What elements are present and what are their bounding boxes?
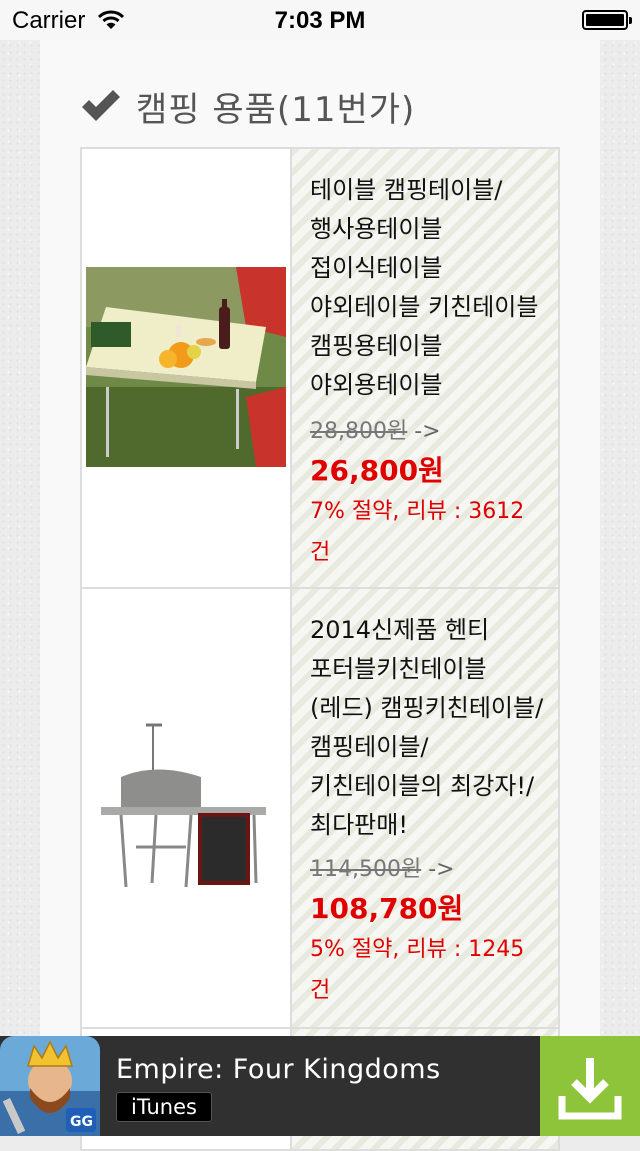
- product-row[interactable]: 테이블 캠핑테이블/행사용테이블 접이식테이블 야외테이블 키친테이블 캠핑용테…: [82, 149, 558, 589]
- game-king-icon[interactable]: GG: [0, 1036, 100, 1136]
- ad-title[interactable]: Empire: Four Kingdoms: [116, 1054, 441, 1085]
- check-icon: [82, 90, 120, 121]
- original-price-line: 28,800원 ->: [310, 413, 441, 445]
- product-info-cell[interactable]: 테이블 캠핑테이블/행사용테이블 접이식테이블 야외테이블 키친테이블 캠핑용테…: [292, 149, 558, 587]
- product-image-cell[interactable]: [82, 149, 292, 587]
- section-title: 캠핑 용품(11번가): [136, 89, 416, 130]
- original-price: 114,500원: [310, 857, 422, 882]
- ad-banner[interactable]: GG Empire: Four Kingdoms iTunes: [0, 1036, 640, 1136]
- svg-text:GG: GG: [70, 1114, 93, 1130]
- sale-price: 108,780원: [310, 892, 464, 925]
- price-arrow: ->: [414, 419, 441, 444]
- download-icon: [558, 1058, 622, 1120]
- ad-download-button[interactable]: [540, 1036, 640, 1136]
- folding-camping-table-photo[interactable]: [86, 267, 286, 467]
- original-price-line: 114,500원 ->: [310, 851, 455, 883]
- status-bar: Carrier 7:03 PM: [0, 0, 640, 40]
- section-heading: 캠핑 용품(11번가): [80, 84, 416, 130]
- product-title[interactable]: 2014신제품 헨티 포터블키친테이블(레드) 캠핑키친테이블/캠핑테이블/키친…: [310, 611, 548, 845]
- price-arrow: ->: [428, 857, 455, 882]
- product-image-cell[interactable]: [82, 589, 292, 1027]
- product-title[interactable]: 테이블 캠핑테이블/행사용테이블 접이식테이블 야외테이블 키친테이블 캠핑용테…: [310, 171, 548, 405]
- original-price: 28,800원: [310, 419, 408, 444]
- discount-review-info: 5% 절약, 리뷰 : 1245건: [310, 937, 525, 1003]
- discount-review-info: 7% 절약, 리뷰 : 3612건: [310, 499, 525, 565]
- product-row[interactable]: 2014신제품 헨티 포터블키친테이블(레드) 캠핑키친테이블/캠핑테이블/키친…: [82, 589, 558, 1029]
- sale-price: 26,800원: [310, 454, 444, 487]
- portable-kitchen-table-photo[interactable]: [86, 707, 286, 907]
- battery-icon: [582, 10, 632, 30]
- product-info-cell[interactable]: 2014신제품 헨티 포터블키친테이블(레드) 캠핑키친테이블/캠핑테이블/키친…: [292, 589, 558, 1027]
- status-time: 7:03 PM: [274, 7, 366, 34]
- product-table: 테이블 캠핑테이블/행사용테이블 접이식테이블 야외테이블 키친테이블 캠핑용테…: [80, 147, 560, 1151]
- itunes-badge[interactable]: iTunes: [116, 1092, 212, 1122]
